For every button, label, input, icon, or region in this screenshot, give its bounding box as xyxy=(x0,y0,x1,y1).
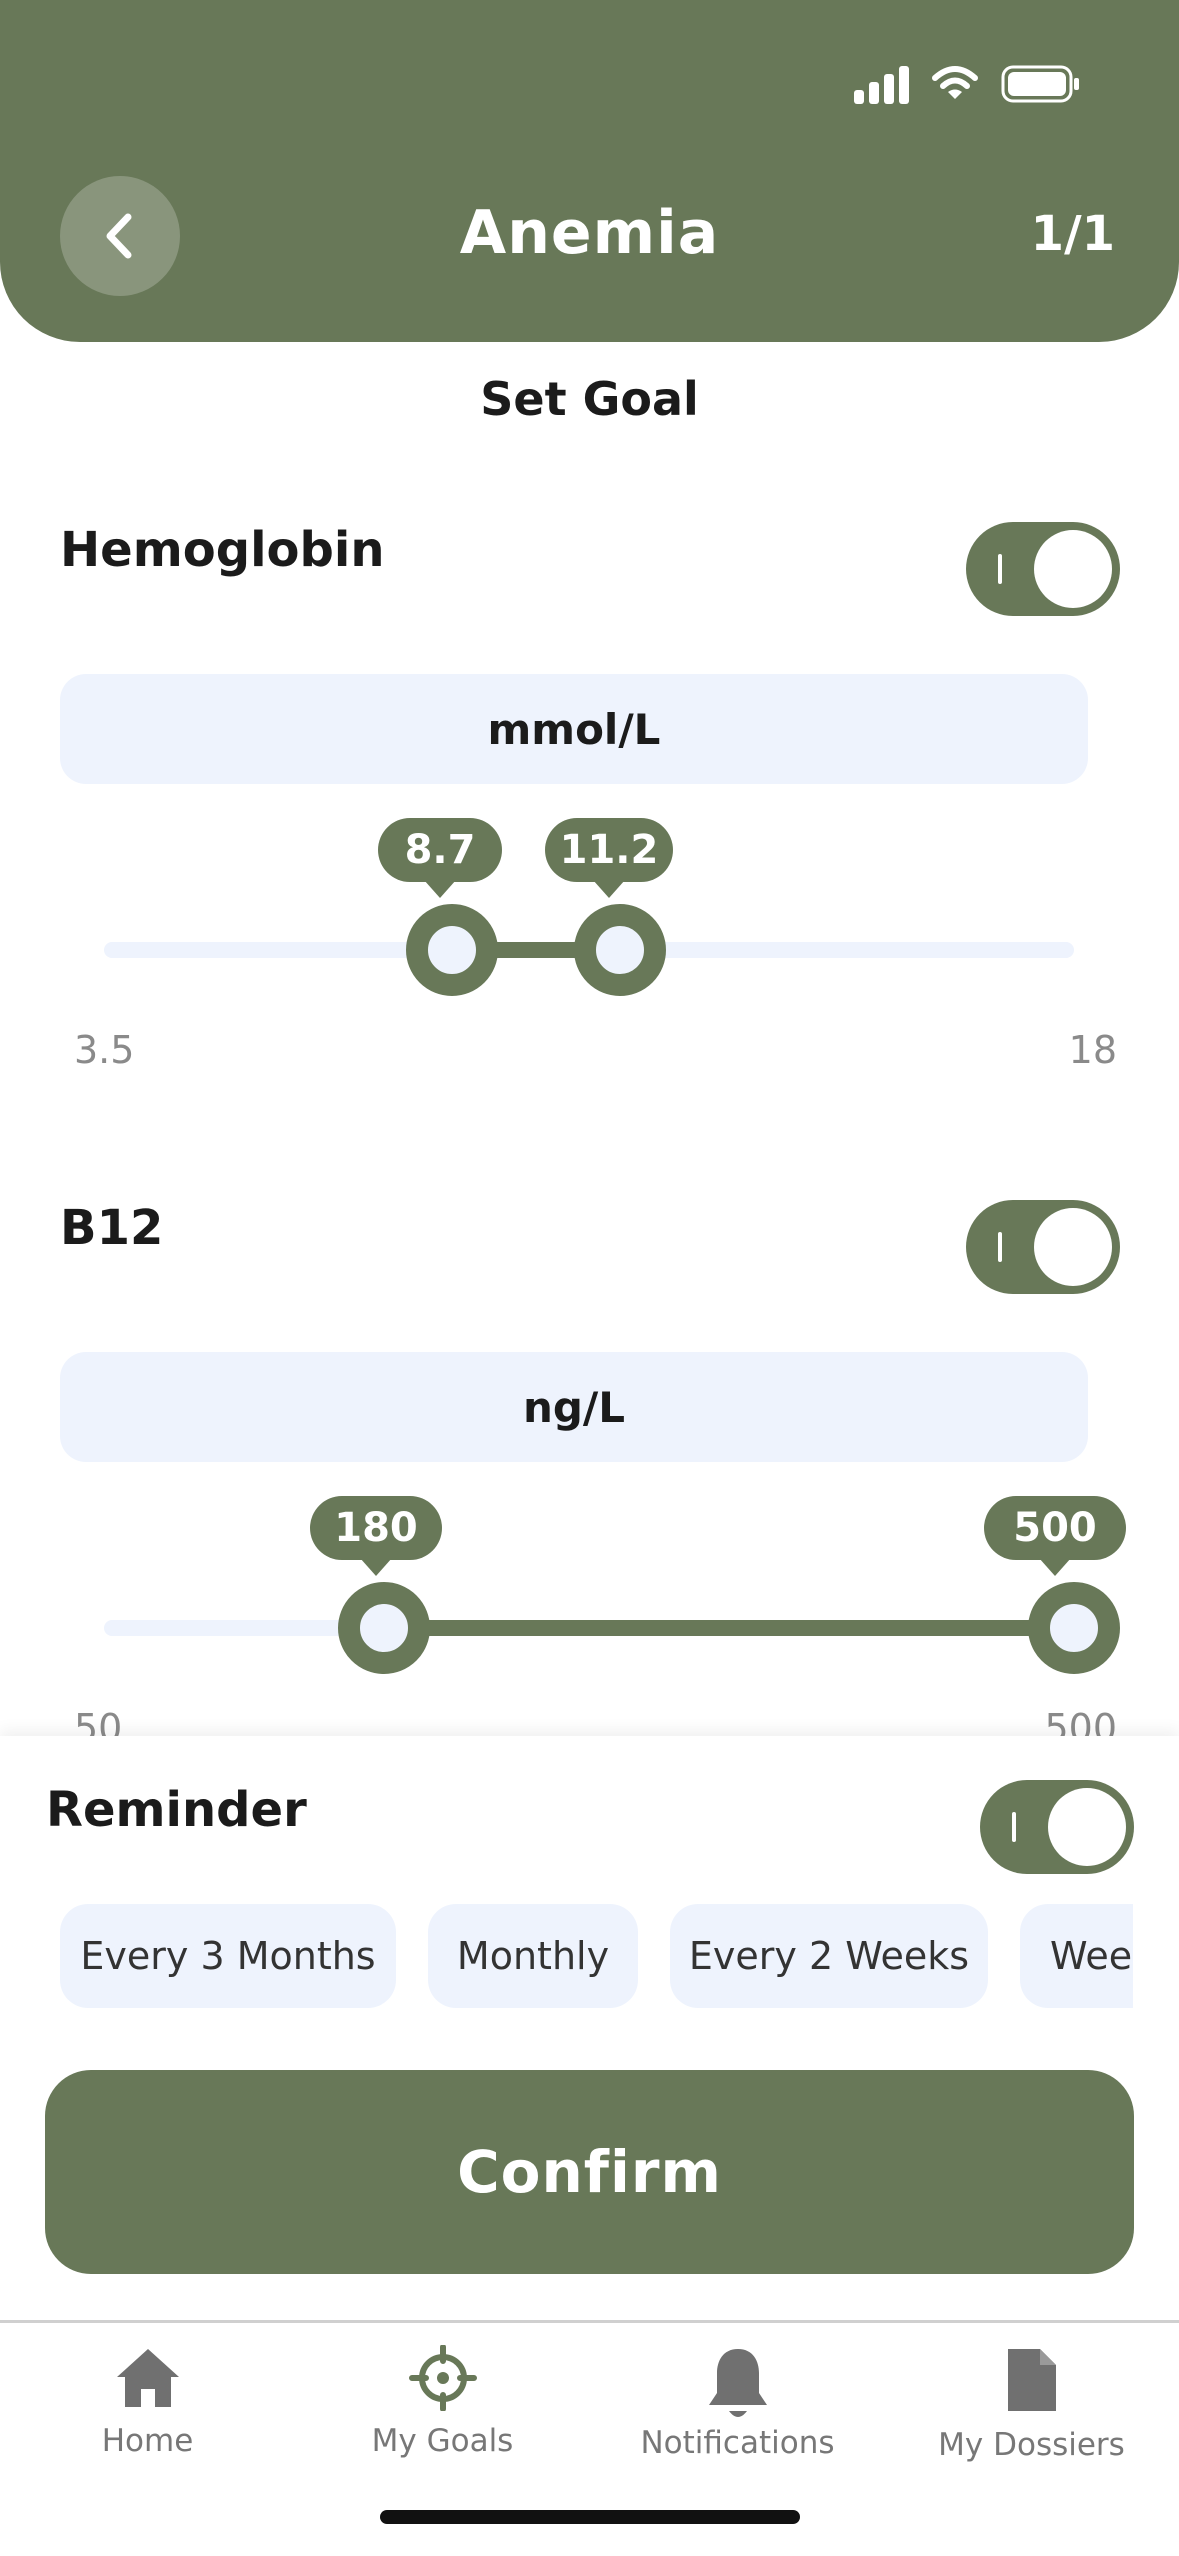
goal-setting-screen: Anemia 1/1 Set Goal Hemoglobin mmol/L 8.… xyxy=(0,0,1179,2556)
slider-handle-low[interactable] xyxy=(338,1582,430,1674)
reminder-frequency-options: Every 3 Months Monthly Every 2 Weeks Wee… xyxy=(60,1904,1133,2008)
goal-b12: B12 ng/L 180 500 50 500 xyxy=(0,1200,1179,1760)
slider-handle-high[interactable] xyxy=(574,904,666,996)
slider-handle-low[interactable] xyxy=(406,904,498,996)
b12-toggle[interactable] xyxy=(966,1200,1120,1294)
nav-label: Notifications xyxy=(640,2425,835,2461)
goal-title: Hemoglobin xyxy=(60,522,385,578)
page-indicator: 1/1 xyxy=(1030,206,1115,262)
nav-item-notifications[interactable]: Notifications xyxy=(590,2345,885,2461)
unit-label: mmol/L xyxy=(60,674,1088,784)
bell-icon xyxy=(708,2349,767,2417)
reminder-panel: Reminder Every 3 Months Monthly Every 2 … xyxy=(0,1736,1179,2320)
range-slider-fill xyxy=(384,1620,1074,1636)
reminder-option-every-3-months[interactable]: Every 3 Months xyxy=(60,1904,396,2008)
cellular-signal-icon xyxy=(854,64,909,104)
header-bar: Anemia 1/1 xyxy=(0,0,1179,342)
reminder-option-weekly[interactable]: Weekly xyxy=(1020,1904,1133,2008)
goal-hemoglobin: Hemoglobin mmol/L 8.7 11.2 3.5 18 xyxy=(0,522,1179,1082)
slider-handle-high[interactable] xyxy=(1028,1582,1120,1674)
hemoglobin-toggle[interactable] xyxy=(966,522,1120,616)
status-bar-icons xyxy=(854,64,1081,104)
section-title: Set Goal xyxy=(480,372,699,426)
reminder-option-monthly[interactable]: Monthly xyxy=(428,1904,638,2008)
home-indicator xyxy=(380,2510,800,2524)
nav-item-my-goals[interactable]: My Goals xyxy=(295,2345,590,2459)
home-icon xyxy=(116,2349,179,2407)
confirm-button[interactable]: Confirm xyxy=(45,2070,1134,2274)
unit-label: ng/L xyxy=(60,1352,1088,1462)
nav-item-home[interactable]: Home xyxy=(0,2345,295,2459)
nav-label: Home xyxy=(101,2423,194,2459)
target-icon xyxy=(408,2345,477,2411)
range-max-label: 18 xyxy=(1068,1028,1117,1072)
high-value-bubble: 500 xyxy=(984,1496,1126,1576)
wifi-icon xyxy=(932,66,978,99)
low-value-bubble: 180 xyxy=(310,1496,442,1576)
range-min-label: 3.5 xyxy=(74,1028,135,1072)
high-value-bubble: 11.2 xyxy=(545,818,673,898)
document-icon xyxy=(1007,2349,1056,2411)
low-value-bubble: 8.7 xyxy=(378,818,502,898)
reminder-option-every-2-weeks[interactable]: Every 2 Weeks xyxy=(670,1904,988,2008)
reminder-title: Reminder xyxy=(46,1782,307,1838)
battery-icon xyxy=(1001,65,1079,103)
nav-item-my-dossiers[interactable]: My Dossiers xyxy=(884,2345,1179,2463)
goal-title: B12 xyxy=(60,1200,164,1256)
nav-label: My Goals xyxy=(371,2423,514,2459)
page-title: Anemia xyxy=(459,198,720,268)
nav-label: My Dossiers xyxy=(938,2427,1125,2463)
reminder-toggle[interactable] xyxy=(980,1780,1134,1874)
